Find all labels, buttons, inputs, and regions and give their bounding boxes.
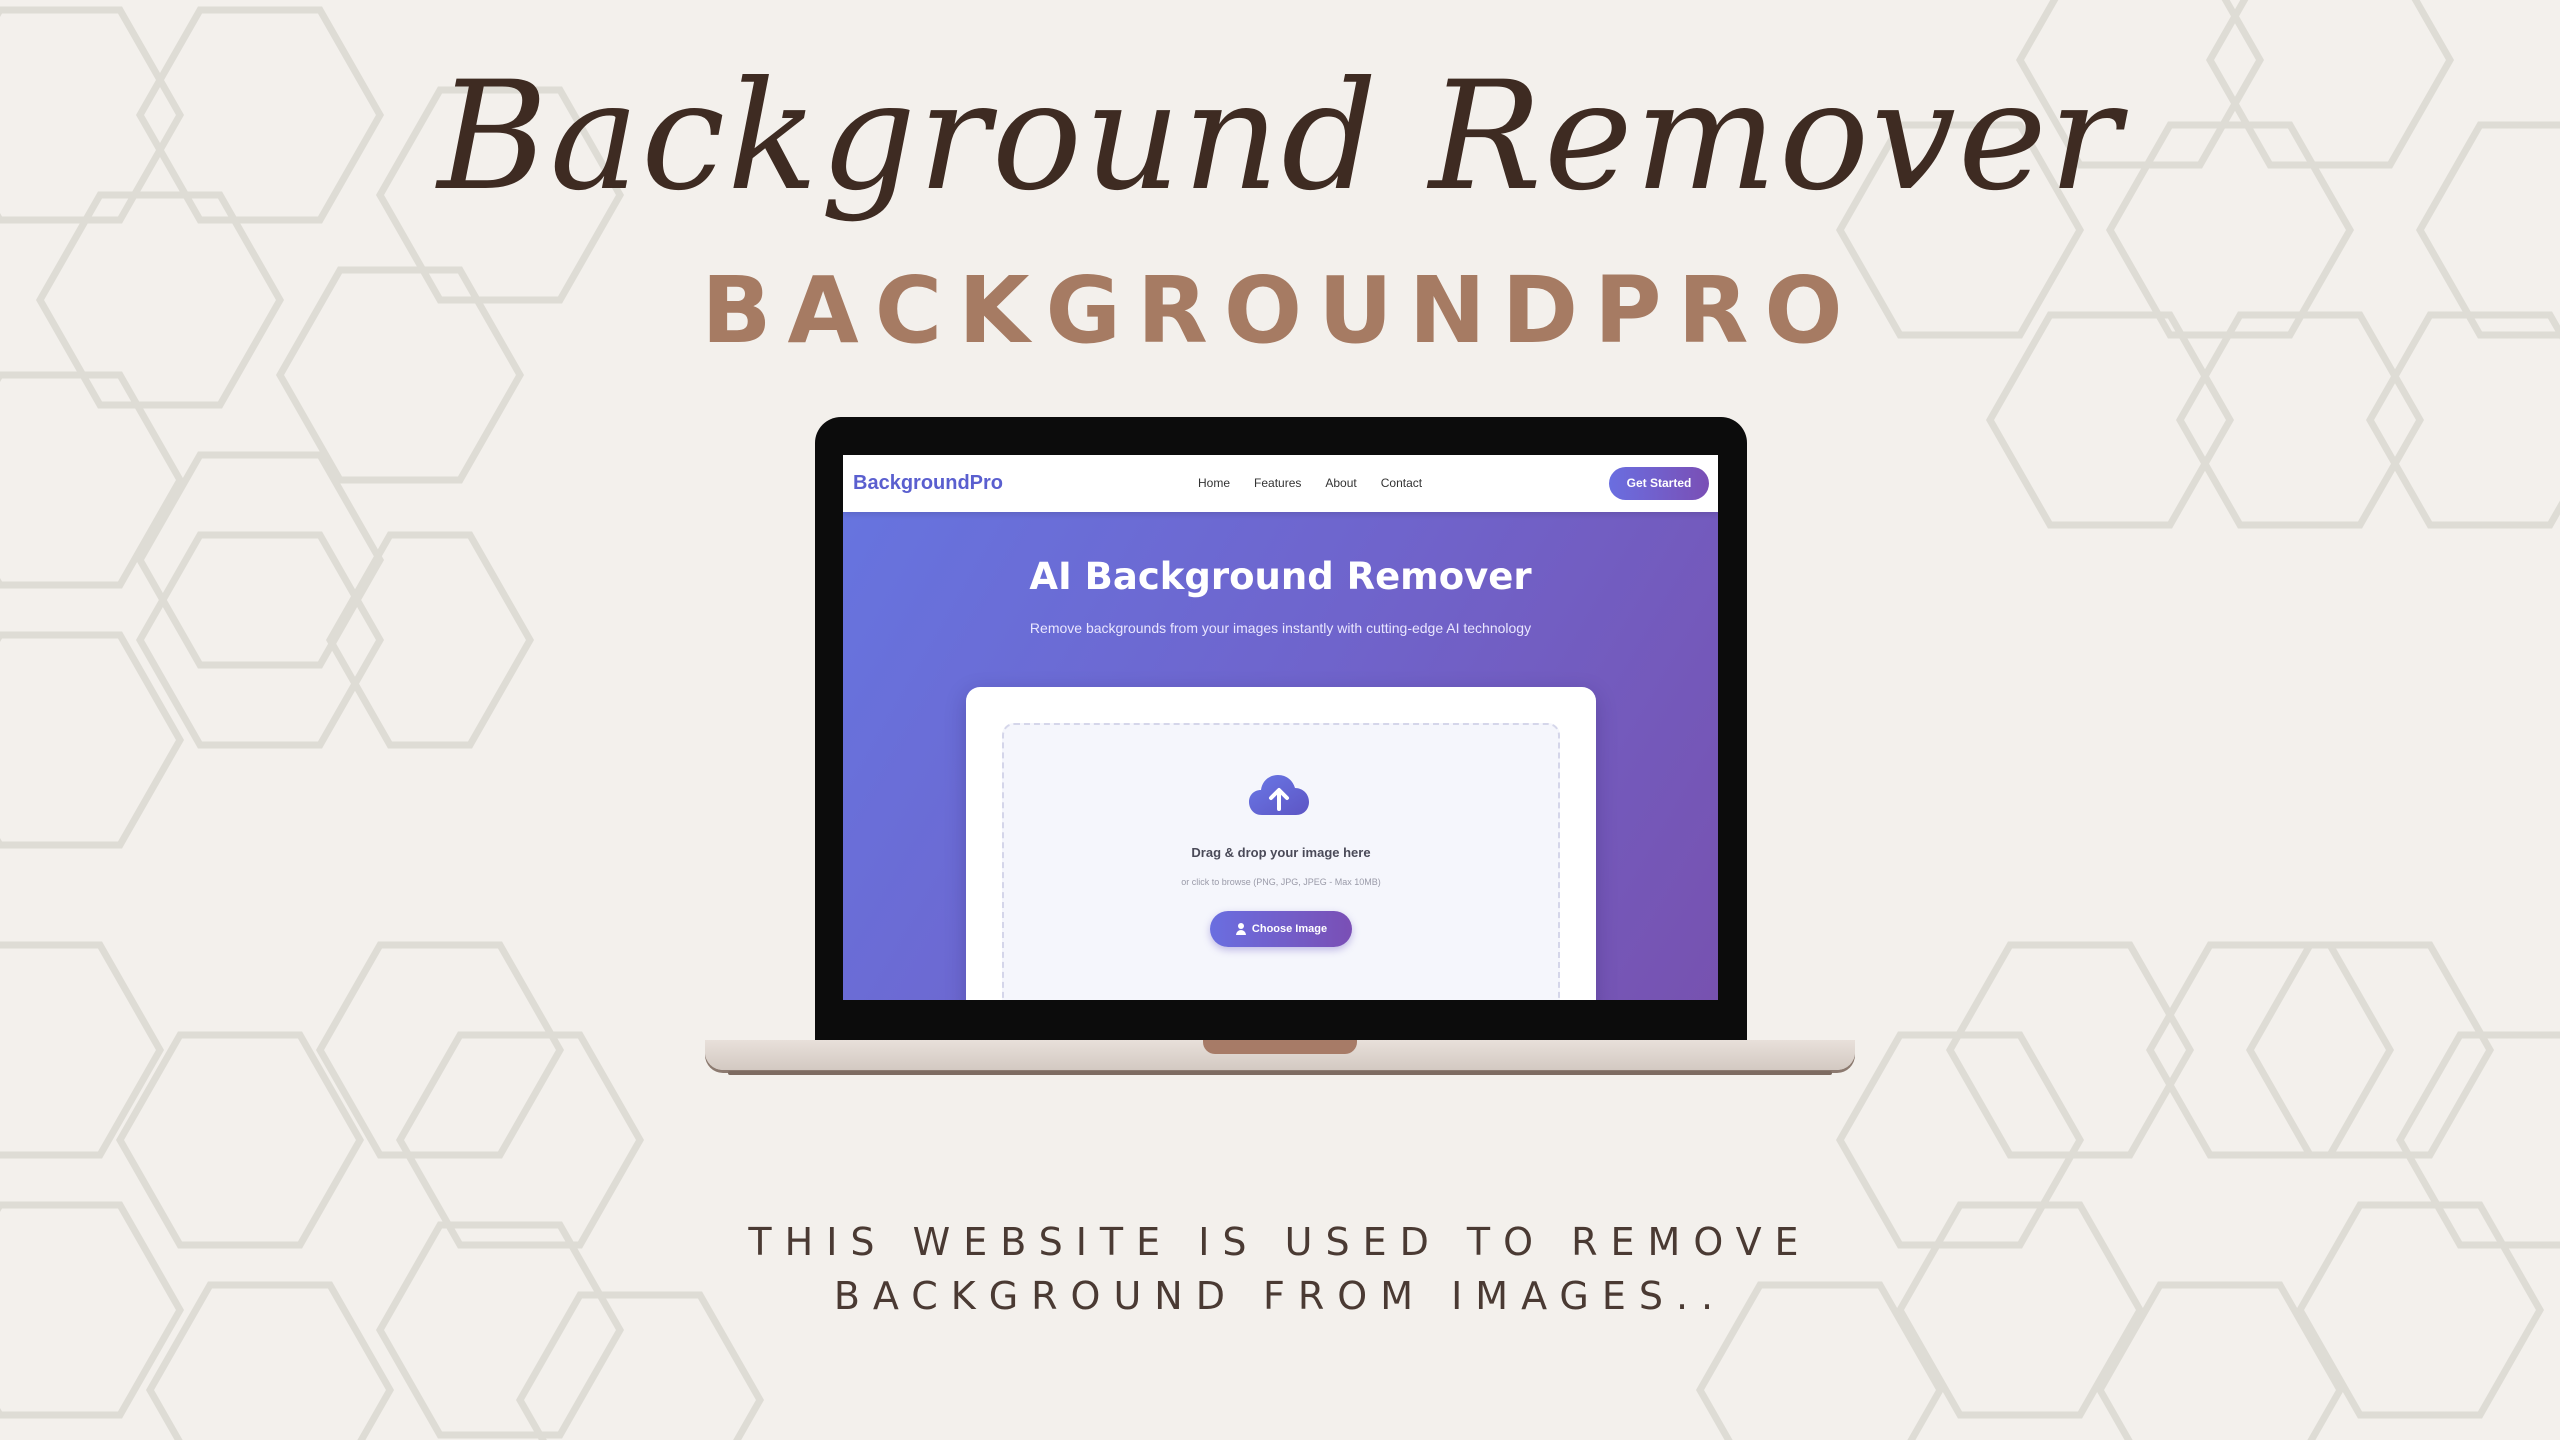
brand-title: BACKGROUNDPRO [701,257,1859,364]
hero-subtitle: Remove backgrounds from your images inst… [1029,620,1532,636]
tagline: THIS WEBSITE IS USED TO REMOVE BACKGROUN… [0,1215,2560,1323]
drop-zone-title: Drag & drop your image here [1191,845,1371,860]
nav-link-about[interactable]: About [1325,476,1356,490]
tagline-line-2: BACKGROUND FROM IMAGES.. [833,1274,1727,1318]
site-logo[interactable]: BackgroundPro [853,472,1003,495]
choose-image-button[interactable]: Choose Image [1210,911,1352,947]
nav-link-features[interactable]: Features [1254,476,1301,490]
site-nav-links: Home Features About Contact [1198,476,1422,490]
nav-link-home[interactable]: Home [1198,476,1230,490]
tagline-line-1: THIS WEBSITE IS USED TO REMOVE [748,1220,1812,1264]
laptop-screen: BackgroundPro Home Features About Contac… [843,455,1718,1000]
hero-title: AI Background Remover [1029,555,1532,598]
script-title: Background Remover [437,50,2123,224]
laptop-notch [1203,1040,1357,1054]
user-icon [1235,923,1247,935]
cloud-upload-icon [1249,775,1309,815]
site-navbar: BackgroundPro Home Features About Contac… [843,455,1718,512]
upload-card: Drag & drop your image here or click to … [966,687,1596,1000]
drop-zone[interactable]: Drag & drop your image here or click to … [1002,723,1560,1000]
get-started-button[interactable]: Get Started [1609,467,1709,500]
choose-image-label: Choose Image [1251,923,1328,935]
drop-zone-hint: or click to browse (PNG, JPG, JPEG - Max… [1181,877,1381,887]
nav-link-contact[interactable]: Contact [1381,476,1422,490]
laptop-shadow [728,1071,1832,1075]
